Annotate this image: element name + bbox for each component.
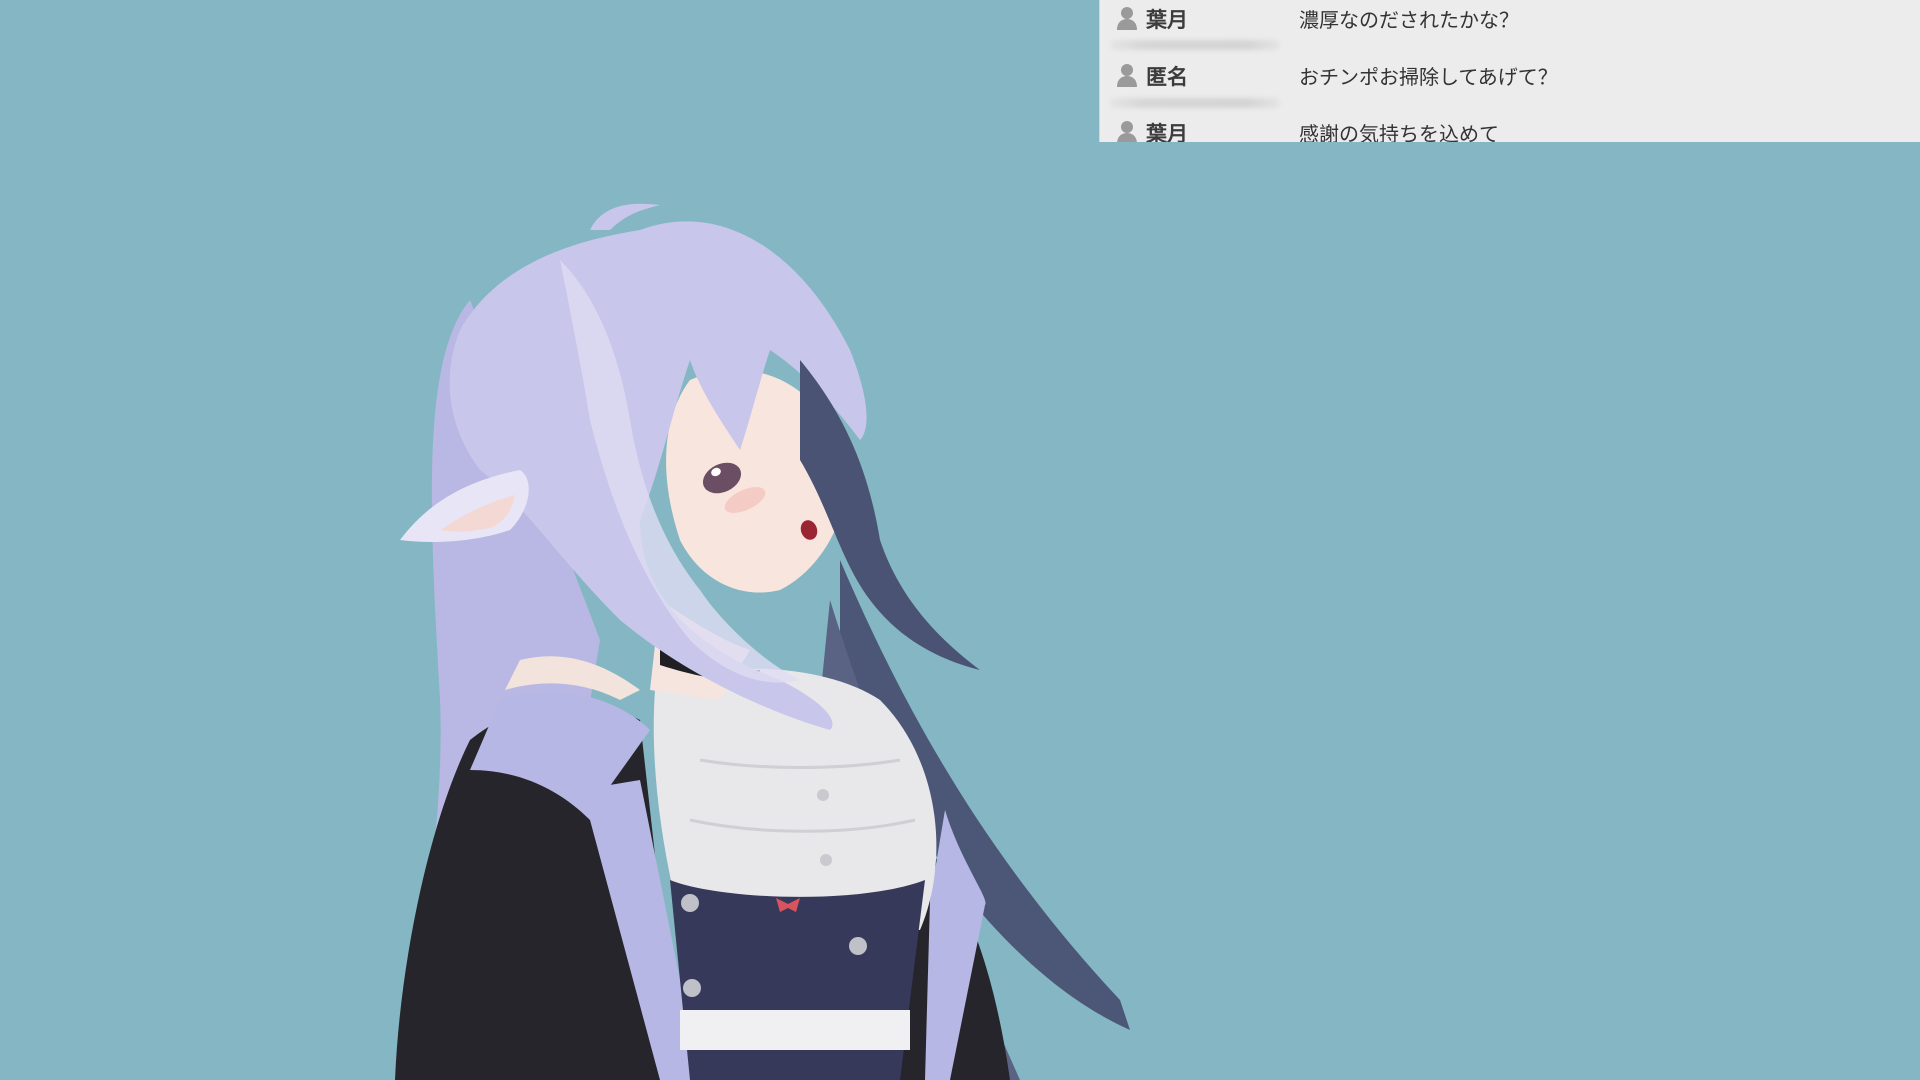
vest-button bbox=[683, 979, 701, 997]
ahoge bbox=[590, 203, 660, 230]
chat-message: 葉月 感謝の気持ちを込めて bbox=[1100, 114, 1920, 142]
chat-username: 葉月 bbox=[1146, 8, 1188, 32]
blurred-metadata bbox=[1110, 40, 1280, 50]
vest-belt bbox=[680, 1010, 910, 1050]
user-icon bbox=[1117, 7, 1137, 30]
user-icon bbox=[1117, 64, 1137, 87]
vest-button bbox=[849, 937, 867, 955]
chat-message-text: おチンポお掃除してあげて？ bbox=[1299, 65, 1558, 89]
chat-username: 葉月 bbox=[1146, 122, 1188, 142]
vest-button bbox=[681, 894, 699, 912]
chat-panel: 葉月 濃厚なのだされたかな？ 匿名 おチンポお掃除してあげて？ 葉月 感謝の気持… bbox=[1099, 0, 1920, 142]
chat-username: 匿名 bbox=[1146, 65, 1188, 89]
vtuber-avatar bbox=[395, 203, 1130, 1080]
stream-stage: 葉月 濃厚なのだされたかな？ 匿名 おチンポお掃除してあげて？ 葉月 感謝の気持… bbox=[0, 0, 1920, 1080]
chat-message-text: 濃厚なのだされたかな？ bbox=[1299, 8, 1519, 32]
blurred-metadata bbox=[1110, 98, 1280, 108]
vest-button bbox=[820, 854, 832, 866]
user-icon bbox=[1117, 121, 1137, 142]
vest-button bbox=[817, 789, 829, 801]
chat-message: 葉月 濃厚なのだされたかな？ bbox=[1100, 0, 1920, 38]
chat-message: 匿名 おチンポお掃除してあげて？ bbox=[1100, 57, 1920, 95]
chat-message-text: 感謝の気持ちを込めて bbox=[1299, 122, 1499, 142]
